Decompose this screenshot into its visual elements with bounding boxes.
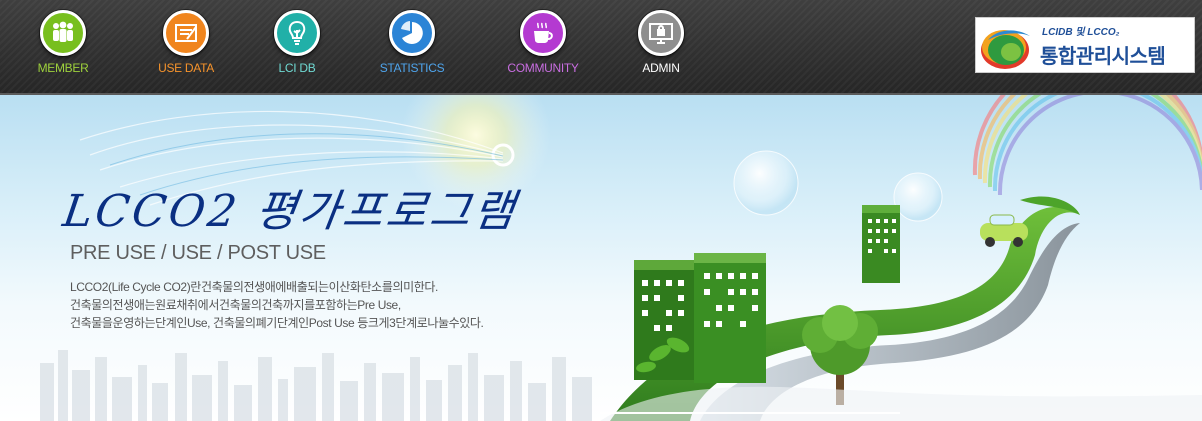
hero-description: LCCO2(Life Cycle CO2)란건축물의전생애에배출되는이산화탄소를… (70, 278, 484, 332)
nav-admin-label: ADMIN (642, 61, 680, 75)
monitor-lock-icon (638, 10, 684, 56)
hero-description-line: 건축물의전생애는원료채취에서건축물의건축까지를포함하는Pre Use, (70, 298, 401, 312)
hero-banner: LCCO2 평가프로그램 PRE USE / USE / POST USE LC… (0, 95, 1202, 421)
hero-description-line: 건축물을운영하는단계인Use, 건축물의폐기단계인Post Use 등크게3단계… (70, 316, 484, 330)
hero-subtitle: PRE USE / USE / POST USE (70, 242, 326, 264)
top-navigation-bar: MEMBER USE DATA LCI DB STATISTICS COMMUN… (0, 0, 1202, 95)
nav-statistics-label: STATISTICS (379, 61, 445, 75)
document-icon (163, 10, 209, 56)
nav-lci-db-label: LCI DB (278, 61, 316, 75)
brand-logo-box[interactable]: LCIDB 및 LCCO₂ 통합관리시스템 (975, 17, 1195, 73)
hero-title: LCCO2 평가프로그램 (59, 186, 521, 237)
pie-chart-icon (389, 10, 435, 56)
people-icon (40, 10, 86, 56)
hero-description-line: LCCO2(Life Cycle CO2)란건축물의전생애에배출되는이산화탄소를… (70, 280, 438, 294)
nav-use-data-label: USE DATA (158, 61, 214, 75)
nav-use-data[interactable]: USE DATA (131, 10, 241, 75)
globe-logo-icon (981, 30, 1030, 69)
lightbulb-icon (274, 10, 320, 56)
nav-community[interactable]: COMMUNITY (488, 10, 598, 75)
nav-community-label: COMMUNITY (507, 61, 579, 75)
nav-member[interactable]: MEMBER (8, 10, 118, 75)
nav-statistics[interactable]: STATISTICS (357, 10, 467, 75)
nav-admin[interactable]: ADMIN (606, 10, 716, 75)
coffee-cup-icon (520, 10, 566, 56)
brand-title: 통합관리시스템 (1040, 46, 1166, 68)
nav-lci-db[interactable]: LCI DB (242, 10, 352, 75)
brand-subtitle: LCIDB 및 LCCO₂ (1042, 27, 1120, 38)
nav-member-label: MEMBER (37, 61, 89, 75)
